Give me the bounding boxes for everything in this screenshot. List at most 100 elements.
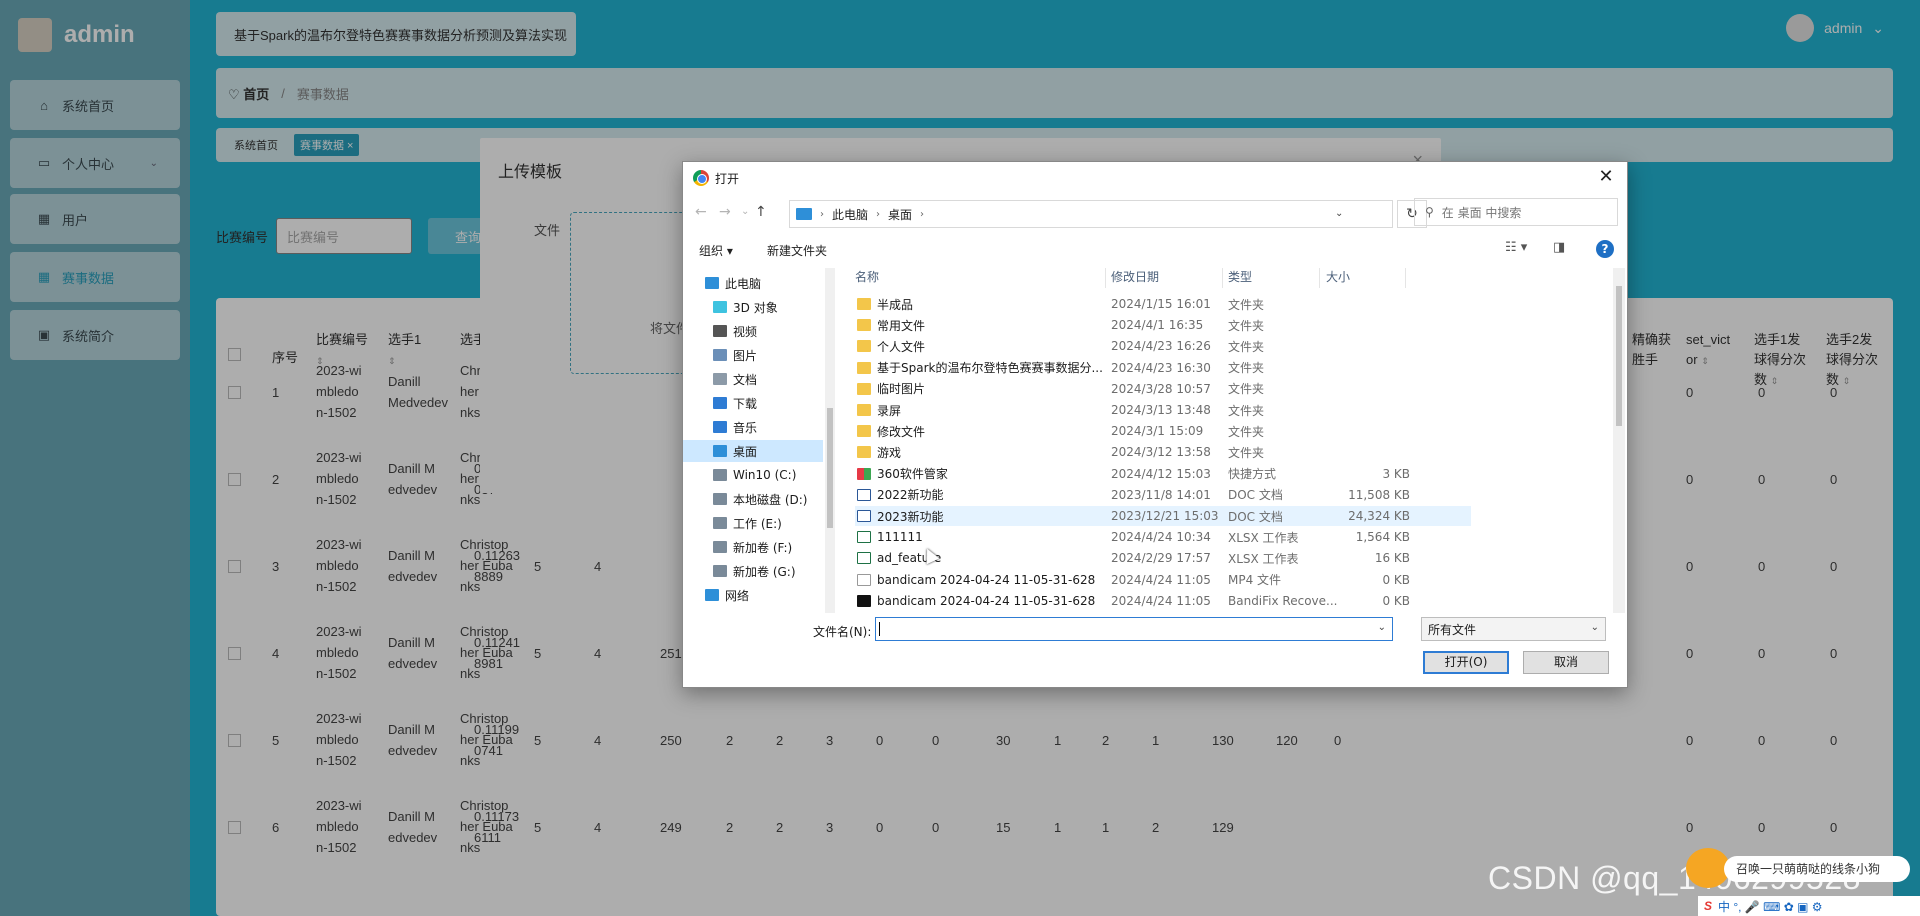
open-button[interactable]: 打开(O) — [1423, 651, 1509, 674]
file-row[interactable]: 2023新功能 2023/12/21 15:03 DOC 文档 24,324 KB — [855, 506, 1471, 526]
file-row[interactable]: 游戏 2024/3/12 13:58 文件夹 — [855, 442, 1471, 462]
chevron-down-icon[interactable]: ⌄ — [1378, 622, 1386, 633]
nav-item[interactable]: 新加卷 (G:) — [683, 560, 823, 582]
filename-input[interactable]: ⌄ — [875, 617, 1393, 641]
nav-item[interactable]: 本地磁盘 (D:) — [683, 488, 823, 510]
filetype-select[interactable]: 所有文件 ⌄ — [1421, 617, 1606, 641]
file-type: 文件夹 — [1228, 382, 1265, 397]
file-row[interactable]: 半成品 2024/1/15 16:01 文件夹 — [855, 294, 1471, 314]
file-date: 2023/12/21 15:03 — [1111, 509, 1219, 523]
file-size: 11,508 KB — [1348, 487, 1410, 502]
nav-item[interactable]: 文档 — [683, 368, 823, 390]
file-date: 2023/11/8 14:01 — [1111, 487, 1211, 502]
location-icon — [713, 349, 727, 361]
address-segment-this-pc[interactable]: 此电脑 — [832, 206, 868, 223]
chevron-right-icon: › — [820, 208, 824, 220]
nav-scrollbar[interactable] — [825, 268, 835, 613]
nav-item[interactable]: 桌面 — [683, 440, 823, 462]
folder-icon — [857, 340, 871, 353]
nav-item[interactable]: 此电脑 — [683, 272, 823, 294]
col-header-name[interactable]: 名称 — [855, 268, 879, 292]
file-icon — [857, 594, 871, 607]
location-icon — [705, 589, 719, 601]
help-icon[interactable]: ? — [1596, 240, 1614, 258]
back-arrow-icon[interactable]: ← — [695, 204, 707, 220]
file-row[interactable]: 录屏 2024/3/13 13:48 文件夹 — [855, 400, 1471, 420]
file-row[interactable]: 临时图片 2024/3/28 10:57 文件夹 — [855, 379, 1471, 399]
mascot-notification[interactable]: 召唤一只萌萌哒的线条小狗 — [1724, 856, 1910, 882]
file-row[interactable]: 111111 2024/4/24 10:34 XLSX 工作表 1,564 KB — [855, 527, 1471, 547]
organize-button[interactable]: 组织 ▾ — [699, 242, 733, 259]
file-row[interactable]: 360软件管家 2024/4/12 15:03 快捷方式 3 KB — [855, 464, 1471, 484]
location-icon — [705, 277, 719, 289]
nav-item-label: 视频 — [733, 324, 758, 339]
nav-item[interactable]: 音乐 — [683, 416, 823, 438]
chrome-icon — [693, 170, 709, 186]
nav-item-label: 3D 对象 — [733, 300, 778, 315]
sogou-icon[interactable]: S — [1704, 899, 1712, 913]
search-box[interactable]: ⚲ 在 桌面 中搜索 — [1414, 198, 1618, 226]
location-icon — [713, 493, 727, 505]
location-icon — [713, 517, 727, 529]
new-folder-button[interactable]: 新建文件夹 — [767, 242, 827, 259]
nav-item[interactable]: 新加卷 (F:) — [683, 536, 823, 558]
file-type: 文件夹 — [1228, 361, 1265, 376]
nav-item[interactable]: 3D 对象 — [683, 296, 823, 318]
file-date: 2024/4/12 15:03 — [1111, 466, 1211, 481]
column-divider[interactable] — [1405, 268, 1406, 288]
file-name: 半成品 — [877, 297, 914, 312]
nav-item[interactable]: 工作 (E:) — [683, 512, 823, 534]
column-divider[interactable] — [1105, 268, 1106, 288]
file-row[interactable]: 常用文件 2024/4/1 16:35 文件夹 — [855, 315, 1471, 335]
filetype-value: 所有文件 — [1428, 622, 1477, 637]
file-row[interactable]: 基于Spark的温布尔登特色赛赛事数据分... 2024/4/23 16:30 文件… — [855, 358, 1471, 378]
nav-item-label: 音乐 — [733, 420, 758, 435]
folder-icon — [857, 425, 871, 438]
address-bar[interactable]: › 此电脑 › 桌面 › — [789, 200, 1393, 228]
nav-item[interactable]: 下载 — [683, 392, 823, 414]
col-header-size[interactable]: 大小 — [1326, 268, 1350, 292]
file-row[interactable]: 个人文件 2024/4/23 16:26 文件夹 — [855, 336, 1471, 356]
nav-item-label: 网络 — [725, 588, 750, 603]
file-scroll-thumb[interactable] — [1616, 286, 1622, 426]
file-type: MP4 文件 — [1228, 573, 1282, 588]
ime-tray-items[interactable]: 中 °, 🎤 ⌨ ✿ ▣ ⚙ — [1718, 898, 1823, 915]
cancel-button[interactable]: 取消 — [1523, 651, 1609, 674]
view-options-icon[interactable]: ☷ ▾ — [1505, 240, 1527, 255]
nav-item[interactable]: 网络 — [683, 584, 823, 606]
file-date: 2024/4/1 16:35 — [1111, 318, 1204, 333]
file-size: 16 KB — [1374, 551, 1410, 566]
file-row[interactable]: 修改文件 2024/3/1 15:09 文件夹 — [855, 421, 1471, 441]
nav-item[interactable]: 图片 — [683, 344, 823, 366]
nav-item-label: 桌面 — [733, 444, 758, 459]
file-list-scrollbar[interactable] — [1613, 268, 1625, 613]
file-row[interactable]: bandicam 2024-04-24 11-05-31-628 2024/4/2… — [855, 570, 1471, 590]
address-segment-desktop[interactable]: 桌面 — [888, 206, 912, 223]
file-size: 3 KB — [1382, 466, 1410, 481]
file-row[interactable]: 2022新功能 2023/11/8 14:01 DOC 文档 11,508 KB — [855, 485, 1471, 505]
file-size: 0 KB — [1382, 572, 1410, 587]
address-history-dropdown[interactable]: ⌄ — [1335, 208, 1343, 219]
file-row[interactable]: ad_feature 2024/2/29 17:57 XLSX 工作表 16 KB — [855, 548, 1471, 568]
nav-item-label: Win10 (C:) — [733, 468, 797, 482]
nav-item[interactable]: 视频 — [683, 320, 823, 342]
close-button[interactable]: ✕ — [1593, 166, 1619, 190]
file-icon — [857, 552, 871, 565]
nav-item-label: 文档 — [733, 372, 758, 387]
recent-locations-icon[interactable]: ⌄ — [741, 206, 749, 217]
col-header-type[interactable]: 类型 — [1228, 268, 1252, 292]
nav-scroll-thumb[interactable] — [827, 408, 833, 528]
file-row[interactable]: bandicam 2024-04-24 11-05-31-628 2024/4/2… — [855, 591, 1471, 611]
column-divider[interactable] — [1319, 268, 1320, 288]
col-header-date[interactable]: 修改日期 — [1111, 268, 1159, 292]
nav-item-label: 本地磁盘 (D:) — [733, 492, 808, 507]
column-divider[interactable] — [1222, 268, 1223, 288]
preview-pane-icon[interactable]: ◨ — [1553, 240, 1565, 255]
forward-arrow-icon[interactable]: → — [719, 204, 731, 220]
file-name: 2023新功能 — [877, 509, 944, 524]
file-size: 24,324 KB — [1348, 509, 1410, 523]
up-arrow-icon[interactable]: ↑ — [755, 204, 767, 220]
folder-icon — [857, 404, 871, 416]
file-type: 文件夹 — [1228, 318, 1265, 333]
nav-item[interactable]: Win10 (C:) — [683, 464, 823, 486]
